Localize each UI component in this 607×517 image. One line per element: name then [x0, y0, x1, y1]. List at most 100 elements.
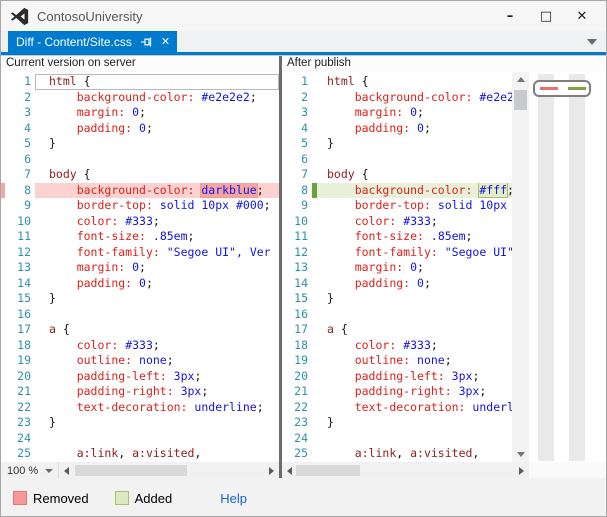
diff-legend: Removed Added Help — [1, 478, 606, 517]
tab-close-icon[interactable]: ✕ — [161, 35, 170, 48]
vertical-scroll-thumb[interactable] — [514, 90, 527, 110]
code-line[interactable]: 22 text-decoration: underl — [282, 400, 512, 416]
code-line[interactable]: 19 outline: none; — [1, 353, 279, 369]
code-token: } — [327, 136, 334, 150]
tab-diff-site-css[interactable]: Diff - Content/Site.css ✕ — [8, 31, 177, 52]
code-line[interactable]: 7body { — [1, 167, 279, 183]
scroll-right-button[interactable] — [514, 462, 529, 479]
code-line[interactable]: 15} — [282, 291, 512, 307]
left-horizontal-scrollbar[interactable] — [59, 462, 279, 479]
code-text: font-family: "Segoe UI" — [317, 245, 512, 261]
code-line[interactable]: 21 padding-right: 3px; — [282, 384, 512, 400]
code-line[interactable]: 23} — [1, 415, 279, 431]
line-number: 19 — [290, 353, 312, 369]
change-margin-mark — [282, 90, 290, 106]
code-line[interactable]: 15} — [1, 291, 279, 307]
tab-overflow-dropdown-icon[interactable] — [587, 39, 597, 45]
code-text — [317, 431, 512, 447]
scroll-down-button[interactable] — [512, 447, 529, 462]
code-text: padding: 0; — [35, 276, 279, 292]
scroll-right-button[interactable] — [264, 462, 279, 479]
code-line[interactable]: 24 — [282, 431, 512, 447]
code-text: text-decoration: underl — [317, 400, 512, 416]
code-line[interactable]: 13 margin: 0; — [1, 260, 279, 276]
code-line[interactable]: 20 padding-left: 3px; — [282, 369, 512, 385]
code-line[interactable]: 5} — [1, 136, 279, 152]
code-token: background-color: — [355, 183, 473, 197]
scroll-left-button[interactable] — [282, 462, 297, 479]
overview-strip-left[interactable] — [538, 74, 554, 461]
code-line[interactable]: 20 padding-left: 3px; — [1, 369, 279, 385]
code-line[interactable]: 25 a:link, a:visited, — [1, 446, 279, 462]
right-horizontal-scrollbar[interactable] — [282, 462, 529, 479]
code-line[interactable]: 25 a:link, a:visited, — [282, 446, 512, 462]
code-line[interactable]: 6 — [282, 152, 512, 168]
minimize-button[interactable]: – — [492, 9, 528, 24]
code-line[interactable]: 18 color: #333; — [1, 338, 279, 354]
horizontal-scroll-thumb[interactable] — [75, 465, 187, 476]
code-text: color: #333; — [35, 338, 279, 354]
code-token: a — [327, 322, 334, 336]
vertical-scroll-track[interactable] — [512, 87, 529, 447]
code-line[interactable]: 10 color: #333; — [282, 214, 512, 230]
code-line[interactable]: 19 outline: none; — [282, 353, 512, 369]
vertical-scrollbar[interactable] — [512, 72, 529, 462]
code-line[interactable]: 22 text-decoration: underline; — [1, 400, 279, 416]
scroll-up-button[interactable] — [512, 72, 529, 87]
code-line[interactable]: 2 background-color: #e2e2 — [282, 90, 512, 106]
maximize-button[interactable]: □ — [528, 9, 564, 24]
code-line[interactable]: 17a { — [1, 322, 279, 338]
code-line[interactable]: 2 background-color: #e2e2e2; — [1, 90, 279, 106]
code-line[interactable]: 17a { — [282, 322, 512, 338]
code-line[interactable]: 7body { — [282, 167, 512, 183]
code-line[interactable]: 4 padding: 0; — [1, 121, 279, 137]
code-line[interactable]: 4 padding: 0; — [282, 121, 512, 137]
code-token — [49, 183, 77, 197]
left-code-editor[interactable]: 1html {2 background-color: #e2e2e2;3 mar… — [1, 72, 279, 462]
scroll-left-button[interactable] — [59, 462, 74, 479]
code-token — [49, 369, 77, 383]
code-text — [35, 431, 279, 447]
change-margin-mark — [282, 136, 290, 152]
code-token: padding: — [355, 276, 410, 290]
code-line[interactable]: 11 font-size: .85em; — [1, 229, 279, 245]
code-line[interactable]: 9 border-top: solid 10px #000; — [1, 198, 279, 214]
code-line[interactable]: 18 color: #333; — [282, 338, 512, 354]
code-line[interactable]: 12 font-family: "Segoe UI", Ver — [1, 245, 279, 261]
code-line[interactable]: 24 — [1, 431, 279, 447]
code-line[interactable]: 14 padding: 0; — [282, 276, 512, 292]
code-line[interactable]: 1html { — [1, 74, 279, 90]
code-line[interactable]: 8 background-color: #fff; — [282, 183, 512, 199]
code-line[interactable]: 9 border-top: solid 10px — [282, 198, 512, 214]
code-token — [167, 369, 174, 383]
zoom-level-combo[interactable]: 100 % — [1, 462, 59, 479]
code-line[interactable]: 12 font-family: "Segoe UI" — [282, 245, 512, 261]
change-margin-mark — [282, 245, 290, 261]
code-line[interactable]: 11 font-size: .85em; — [282, 229, 512, 245]
code-text: } — [317, 136, 512, 152]
overview-strip-right[interactable] — [569, 74, 585, 461]
code-line[interactable]: 1html { — [282, 74, 512, 90]
code-line[interactable]: 16 — [1, 307, 279, 323]
code-line[interactable]: 16 — [282, 307, 512, 323]
change-margin-mark — [282, 260, 290, 276]
horizontal-scroll-thumb[interactable] — [296, 465, 360, 476]
tab-label: Diff - Content/Site.css — [16, 35, 132, 49]
code-token: } — [327, 291, 334, 305]
help-link[interactable]: Help — [220, 491, 247, 506]
code-line[interactable]: 23} — [282, 415, 512, 431]
code-line[interactable]: 14 padding: 0; — [1, 276, 279, 292]
code-line[interactable]: 8 background-color: darkblue; — [1, 183, 279, 199]
code-token: #333 — [403, 214, 431, 228]
code-line[interactable]: 3 margin: 0; — [282, 105, 512, 121]
pin-icon[interactable] — [141, 36, 153, 48]
code-line[interactable]: 10 color: #333; — [1, 214, 279, 230]
code-line[interactable]: 13 margin: 0; — [282, 260, 512, 276]
code-line[interactable]: 3 margin: 0; — [1, 105, 279, 121]
diff-overview-margin — [529, 72, 606, 462]
code-line[interactable]: 21 padding-right: 3px; — [1, 384, 279, 400]
code-line[interactable]: 5} — [282, 136, 512, 152]
code-line[interactable]: 6 — [1, 152, 279, 168]
close-button[interactable]: ✕ — [564, 9, 600, 24]
right-code-editor[interactable]: 1html {2 background-color: #e2e23 margin… — [282, 72, 512, 462]
